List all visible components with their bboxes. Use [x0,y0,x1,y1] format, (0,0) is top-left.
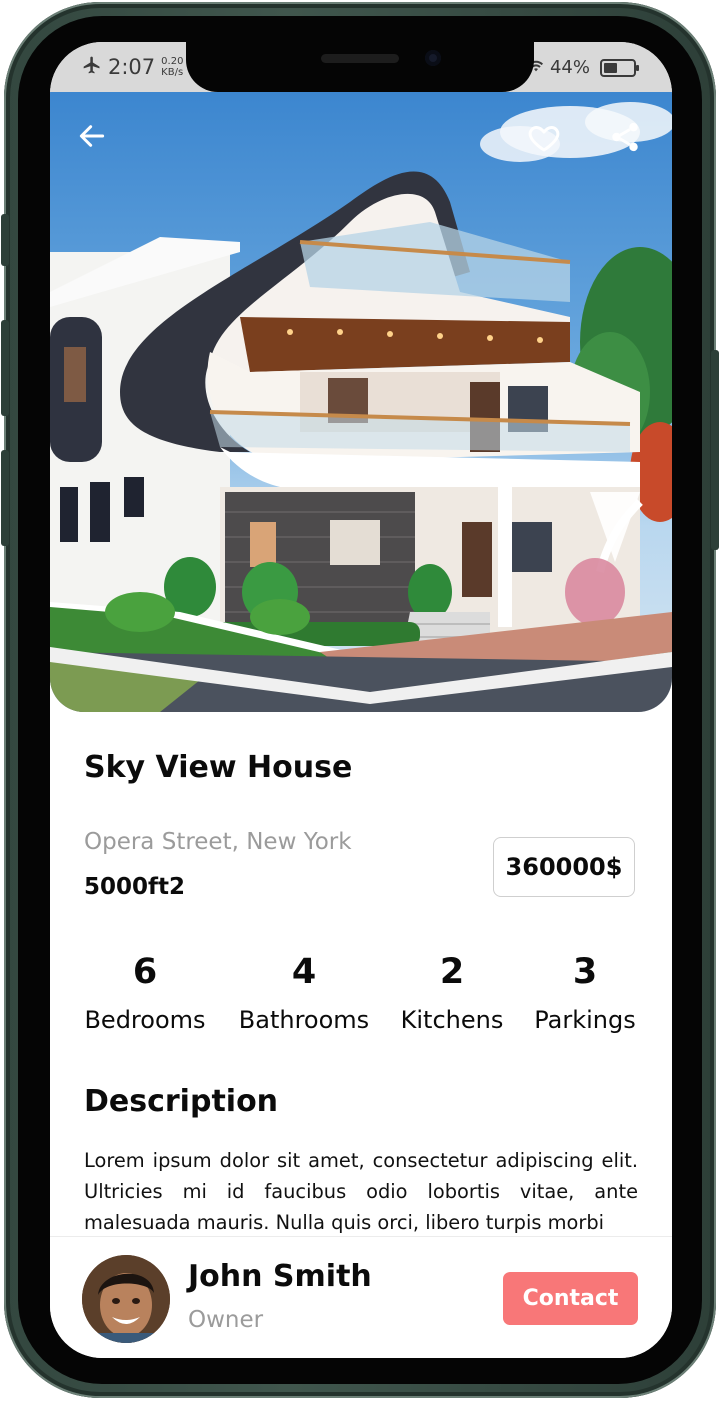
stat-label: Bathrooms [238,1006,370,1034]
notch [186,42,534,92]
stat-label: Kitchens [400,1006,504,1034]
house-illustration [50,102,672,712]
screen: 2:07 0.20 KB/s 44% Sky View House Opera … [50,42,672,1358]
property-address: Opera Street, New York [84,829,352,855]
owner-bar: John Smith Owner Contact [50,1236,672,1358]
stat-bathrooms: 4 Bathrooms [236,950,372,1034]
network-speed: 0.20 KB/s [161,56,183,78]
airplane-icon [82,55,102,79]
stat-value: 4 [291,952,317,992]
owner-role: Owner [188,1307,264,1333]
stat-value: 2 [439,952,465,992]
price-badge: 360000$ [493,837,635,897]
side-button [711,350,719,550]
stat-label: Parkings [534,1006,636,1034]
speaker [321,54,399,63]
description-heading: Description [84,1084,279,1119]
side-button [1,320,9,416]
battery-percentage: 44% [549,57,590,78]
stat-value: 3 [572,952,598,992]
share-button[interactable] [608,120,652,164]
network-speed-unit: KB/s [161,67,184,78]
battery-icon [600,58,639,77]
property-photo [50,92,672,712]
favorite-button[interactable] [526,120,570,164]
stat-label: Bedrooms [84,1006,206,1034]
stat-value: 6 [132,952,158,992]
network-speed-value: 0.20 [161,56,184,67]
property-title: Sky View House [84,750,353,785]
front-camera [425,50,441,66]
status-time: 2:07 [108,55,156,79]
contact-button[interactable]: Contact [503,1272,638,1325]
owner-avatar [82,1255,170,1343]
stat-parkings: 3 Parkings [530,950,640,1034]
property-area: 5000ft2 [84,874,186,900]
side-button [1,214,9,266]
side-button [1,450,9,546]
stat-kitchens: 2 Kitchens [396,950,508,1034]
description-text: Lorem ipsum dolor sit amet, consectetur … [84,1149,638,1234]
back-button[interactable] [76,120,120,164]
owner-name: John Smith [188,1259,372,1294]
stat-bedrooms: 6 Bedrooms [80,950,210,1034]
